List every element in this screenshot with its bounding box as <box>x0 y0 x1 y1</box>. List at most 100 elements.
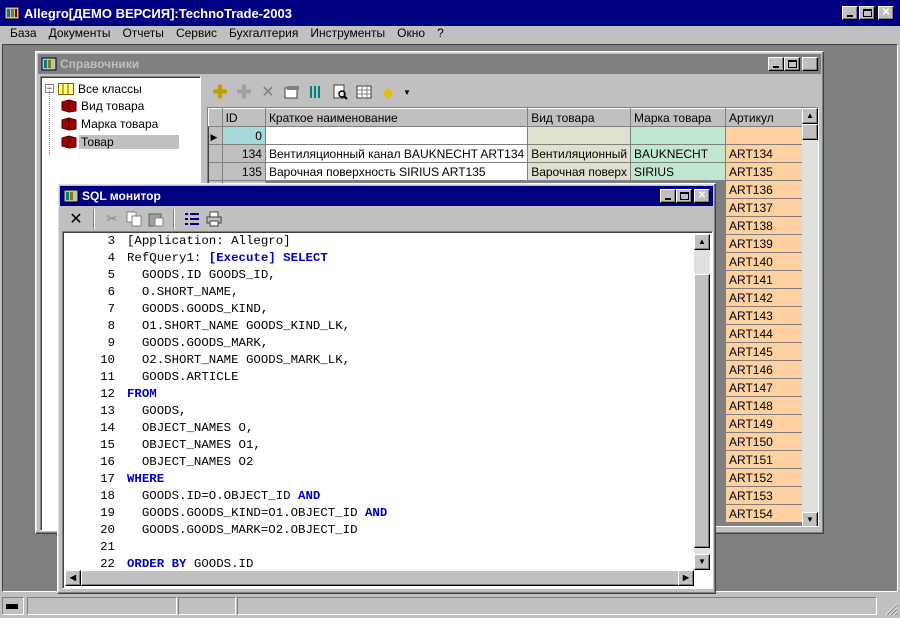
edit-button[interactable] <box>282 82 302 102</box>
tree-item-goods[interactable]: Товар <box>61 133 179 150</box>
line-number: 13 <box>100 404 115 418</box>
copy-button[interactable] <box>124 209 144 229</box>
code-line[interactable]: 4 RefQuery1: [Execute] SELECT <box>63 250 695 267</box>
sql-monitor-title-bar[interactable]: SQL монитор ✕ <box>60 186 713 206</box>
minimize-button[interactable] <box>842 6 858 20</box>
add-button[interactable]: ✚ <box>210 82 230 102</box>
cell-name[interactable]: Варочная поверхность SIRIUS ART135 <box>265 162 529 181</box>
scroll-left-button[interactable]: ◀ <box>65 570 81 586</box>
menu-item[interactable]: Отчеты <box>116 26 169 40</box>
table-row[interactable]: ▶ 0 <box>208 126 818 145</box>
cell-id[interactable]: 135 <box>222 162 266 181</box>
code-line[interactable]: 17 WHERE <box>63 471 695 488</box>
sql-maximize-button[interactable] <box>676 189 692 203</box>
menu-item[interactable]: Документы <box>43 26 117 40</box>
column-header-kind[interactable]: Вид товара <box>527 108 632 127</box>
scroll-thumb[interactable] <box>802 124 818 140</box>
sql-code-area[interactable]: 3 [Application: Allegro] 4 RefQuery1: [Exec… <box>63 232 695 570</box>
table-row[interactable]: 134 Вентиляционный канал BAUKNECHT ART134… <box>208 144 818 163</box>
clear-button[interactable]: ✕ <box>66 209 86 229</box>
cell-mark[interactable] <box>630 126 726 145</box>
tree-root[interactable]: − Все классы <box>45 80 142 97</box>
tree-item-goods-mark[interactable]: Марка товара <box>61 115 158 132</box>
scroll-right-button[interactable]: ▶ <box>678 570 694 586</box>
column-header-id[interactable]: ID <box>221 108 266 127</box>
code-line[interactable]: 13 GOODS, <box>63 403 695 420</box>
add-copy-button[interactable]: ✚ <box>234 82 254 102</box>
ref-maximize-button[interactable] <box>784 57 800 71</box>
ref-close-button[interactable]: ✕ <box>802 57 818 71</box>
code-line[interactable]: 15 OBJECT_NAMES O1, <box>63 437 695 454</box>
filter-button[interactable]: ◆ <box>378 82 398 102</box>
code-line[interactable]: 12 FROM <box>63 386 695 403</box>
scroll-down-button[interactable]: ▼ <box>802 512 818 526</box>
code-line[interactable]: 10 O2.SHORT_NAME GOODS_MARK_LK, <box>63 352 695 369</box>
row-indicator[interactable] <box>208 144 223 163</box>
print-button[interactable] <box>204 209 224 229</box>
sql-minimize-button[interactable] <box>660 189 676 203</box>
code-line[interactable]: 7 GOODS.GOODS_KIND, <box>63 301 695 318</box>
code-line[interactable]: 21 <box>63 539 695 556</box>
size-grip-icon[interactable] <box>884 602 898 616</box>
sql-close-button[interactable]: ✕ <box>694 189 710 203</box>
scroll-up-button[interactable]: ▲ <box>802 108 818 124</box>
cut-button[interactable]: ✂ <box>102 209 122 229</box>
maximize-button[interactable] <box>859 6 875 20</box>
code-line[interactable]: 22 ORDER BY GOODS.ID <box>63 556 695 570</box>
editor-horizontal-scrollbar[interactable]: ◀ ▶ <box>65 570 694 586</box>
row-indicator[interactable]: ▶ <box>208 126 223 145</box>
grid-button[interactable] <box>354 82 374 102</box>
close-button[interactable]: ✕ <box>878 6 894 20</box>
sql-editor[interactable]: 3 [Application: Allegro] 4 RefQuery1: [Exec… <box>62 231 713 589</box>
paste-button[interactable] <box>146 209 166 229</box>
code-line[interactable]: 8 O1.SHORT_NAME GOODS_KIND_LK, <box>63 318 695 335</box>
scroll-up-button[interactable]: ▲ <box>694 234 710 250</box>
scroll-down-button[interactable]: ▼ <box>694 554 710 570</box>
ref-minimize-button[interactable] <box>768 57 784 71</box>
menu-item[interactable]: Сервис <box>170 26 223 40</box>
menu-item[interactable]: Инструменты <box>304 26 391 40</box>
scroll-thumb[interactable] <box>694 274 710 548</box>
menu-item[interactable]: Окно <box>391 26 431 40</box>
code-line[interactable]: 5 GOODS.ID GOODS_ID, <box>63 267 695 284</box>
cell-mark[interactable]: SIRIUS <box>630 162 726 181</box>
table-row[interactable]: 135 Варочная поверхность SIRIUS ART135 Вар… <box>208 162 818 181</box>
row-indicator[interactable] <box>208 162 223 181</box>
cell-name[interactable]: Вентиляционный канал BAUKNECHT ART134 <box>265 144 529 163</box>
tree-item-label: Марка товара <box>81 116 159 131</box>
code-line[interactable]: 9 GOODS.GOODS_MARK, <box>63 335 695 352</box>
code-line[interactable]: 3 [Application: Allegro] <box>63 233 695 250</box>
grid-vertical-scrollbar[interactable]: ▲ ▼ <box>802 108 818 526</box>
code-line[interactable]: 14 OBJECT_NAMES O, <box>63 420 695 437</box>
code-line[interactable]: 18 GOODS.ID=O.OBJECT_ID AND <box>63 488 695 505</box>
code-line[interactable]: 20 GOODS.GOODS_MARK=O2.OBJECT_ID <box>63 522 695 539</box>
app-title-bar[interactable]: Allegro[ДЕМО ВЕРСИЯ]:TechnoTrade-2003 ✕ <box>0 0 900 26</box>
filter-dropdown-button[interactable]: ▼ <box>402 82 412 102</box>
editor-vertical-scrollbar[interactable]: ▲ ▼ <box>694 234 710 570</box>
code-line[interactable]: 6 O.SHORT_NAME, <box>63 284 695 301</box>
menu-item[interactable]: База <box>4 26 43 40</box>
cell-name[interactable] <box>265 126 529 145</box>
cell-mark[interactable]: BAUKNECHT <box>630 144 726 163</box>
cell-kind[interactable]: Вентиляционный <box>527 144 632 163</box>
scroll-thumb[interactable] <box>81 570 681 586</box>
menu-item[interactable]: ? <box>431 26 450 40</box>
menu-item[interactable]: Бухгалтерия <box>223 26 304 40</box>
cell-kind[interactable]: Варочная поверх <box>527 162 632 181</box>
code-line[interactable]: 16 OBJECT_NAMES O2 <box>63 454 695 471</box>
sql-text: GOODS, <box>127 404 187 418</box>
columns-button[interactable] <box>306 82 326 102</box>
preview-button[interactable] <box>330 82 350 102</box>
code-line[interactable]: 11 GOODS.ARTICLE <box>63 369 695 386</box>
column-header-name[interactable]: Краткое наименование <box>264 108 529 127</box>
cell-id[interactable]: 0 <box>222 126 266 145</box>
column-header-mark[interactable]: Марка товара <box>630 108 726 127</box>
reference-window-title-bar[interactable]: Справочники ✕ <box>38 54 821 74</box>
code-line[interactable]: 19 GOODS.GOODS_KIND=O1.OBJECT_ID AND <box>63 505 695 522</box>
list-button[interactable] <box>182 209 202 229</box>
arrow-right-icon: ▶ <box>682 573 690 582</box>
delete-button[interactable]: ✕ <box>258 82 278 102</box>
cell-kind[interactable] <box>527 126 632 145</box>
tree-item-goods-kind[interactable]: Вид товара <box>61 97 144 114</box>
cell-id[interactable]: 134 <box>222 144 266 163</box>
